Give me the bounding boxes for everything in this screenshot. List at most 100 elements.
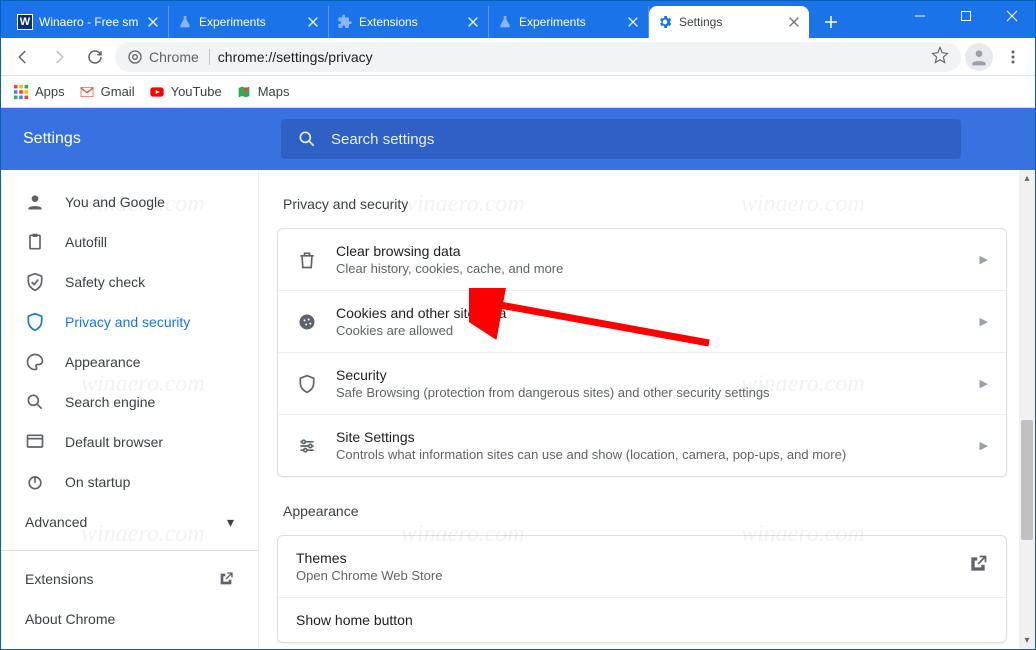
row-subtitle: Clear history, cookies, cache, and more [336,261,962,276]
tab-close-icon[interactable] [146,15,160,29]
sidebar-advanced[interactable]: Advanced▾ [1,502,258,542]
power-icon [25,472,45,492]
shield-check-icon [25,272,45,292]
sidebar-item-label: You and Google [65,194,165,210]
row-subtitle: Open Chrome Web Store [296,568,950,583]
url-text: chrome://settings/privacy [218,49,373,65]
sidebar-item-safety-check[interactable]: Safety check [1,262,258,302]
apps-grid-icon [13,84,29,100]
vertical-scrollbar[interactable]: ▴ ▾ [1019,170,1035,649]
reload-button[interactable] [79,41,111,73]
tab-extensions[interactable]: Extensions [329,6,489,38]
bookmark-label: Maps [258,84,290,99]
tab-close-icon[interactable] [787,15,801,29]
scroll-thumb[interactable] [1021,420,1033,540]
tab-title: Settings [679,15,781,29]
favicon-flask-icon [177,14,193,30]
window-close-button[interactable] [989,1,1035,31]
external-link-icon [218,571,234,587]
row-show-home-button[interactable]: Show home button [278,597,1006,642]
bookmark-label: Apps [35,84,65,99]
row-title: Security [336,367,962,383]
youtube-icon [149,84,165,100]
sliders-icon [296,436,318,456]
chevron-down-icon: ▾ [227,514,234,531]
menu-button[interactable] [997,41,1029,73]
row-title: Show home button [296,612,988,628]
sidebar-item-label: Default browser [65,434,163,450]
bookmark-maps[interactable]: Maps [236,84,290,100]
row-site-settings[interactable]: Site SettingsControls what information s… [278,414,1006,476]
sidebar-about-link[interactable]: About Chrome [1,599,258,639]
sidebar-item-privacy-security[interactable]: Privacy and security [1,302,258,342]
tab-experiments-1[interactable]: Experiments [169,6,329,38]
tab-experiments-2[interactable]: Experiments [489,6,649,38]
favicon-gear-icon [657,14,673,30]
back-button[interactable] [7,41,39,73]
tab-close-icon[interactable] [466,15,480,29]
bookmark-youtube[interactable]: YouTube [149,84,222,100]
sidebar-item-default-browser[interactable]: Default browser [1,422,258,462]
tab-settings[interactable]: Settings [649,6,809,38]
row-cookies[interactable]: Cookies and other site data Cookies are a… [278,290,1006,352]
settings-main: Privacy and security Clear browsing data… [259,170,1035,649]
sidebar-link-label: Extensions [25,571,93,587]
bookmark-gmail[interactable]: Gmail [79,84,135,100]
sidebar-item-autofill[interactable]: Autofill [1,222,258,262]
scroll-up-button[interactable]: ▴ [1019,170,1035,187]
sidebar-item-appearance[interactable]: Appearance [1,342,258,382]
section-title-privacy: Privacy and security [283,196,1007,212]
row-clear-browsing-data[interactable]: Clear browsing data Clear history, cookie… [278,229,1006,290]
sidebar-item-on-startup[interactable]: On startup [1,462,258,502]
window-controls [897,1,1035,31]
row-subtitle: Controls what information sites can use … [336,447,962,462]
scroll-down-button[interactable]: ▾ [1019,632,1035,649]
cookie-icon [296,312,318,332]
card-appearance: ThemesOpen Chrome Web Store Show home bu… [277,535,1007,643]
sidebar-item-search-engine[interactable]: Search engine [1,382,258,422]
section-title-appearance: Appearance [283,503,1007,519]
sidebar-extensions-link[interactable]: Extensions [1,559,258,599]
chevron-right-icon: ▶ [980,377,988,390]
settings-brand: Settings [23,130,253,148]
sidebar-item-label: Safety check [65,274,145,290]
sidebar-item-label: Privacy and security [65,314,190,330]
address-bar[interactable]: Chrome chrome://settings/privacy [115,42,961,72]
browser-icon [25,432,45,452]
trash-icon [296,250,318,270]
chrome-icon [127,49,143,65]
favicon-winaero: W [17,14,33,30]
tab-winaero[interactable]: W Winaero - Free sm [9,6,169,38]
window-maximize-button[interactable] [943,1,989,31]
bookmark-star-icon[interactable] [931,46,949,67]
row-themes[interactable]: ThemesOpen Chrome Web Store [278,536,1006,597]
window-minimize-button[interactable] [897,1,943,31]
tab-close-icon[interactable] [626,15,640,29]
divider [1,550,258,551]
browser-toolbar: Chrome chrome://settings/privacy [1,38,1035,76]
row-subtitle: Cookies are allowed [336,323,962,338]
palette-icon [25,352,45,372]
chevron-right-icon: ▶ [980,253,988,266]
sidebar-item-you-and-google[interactable]: You and Google [1,182,258,222]
row-security[interactable]: SecuritySafe Browsing (protection from d… [278,352,1006,414]
new-tab-button[interactable] [817,8,845,36]
row-title: Clear browsing data [336,243,962,259]
bookmarks-bar: Apps Gmail YouTube Maps [1,76,1035,108]
person-icon [25,192,45,212]
settings-search[interactable]: Search settings [281,119,961,159]
tab-title: Experiments [199,15,300,29]
external-link-icon [968,554,988,579]
tab-title: Experiments [519,15,620,29]
site-identity-chip[interactable]: Chrome [127,49,210,65]
card-privacy: Clear browsing data Clear history, cookie… [277,228,1007,477]
forward-button[interactable] [43,41,75,73]
settings-header: Settings Search settings [1,108,1035,170]
row-title: Cookies and other site data [336,305,962,321]
sidebar-item-label: Search engine [65,394,155,410]
bookmark-apps[interactable]: Apps [13,84,65,100]
tab-close-icon[interactable] [306,15,320,29]
sidebar-link-label: About Chrome [25,611,115,627]
profile-avatar[interactable] [965,43,993,71]
bookmark-label: YouTube [171,84,222,99]
